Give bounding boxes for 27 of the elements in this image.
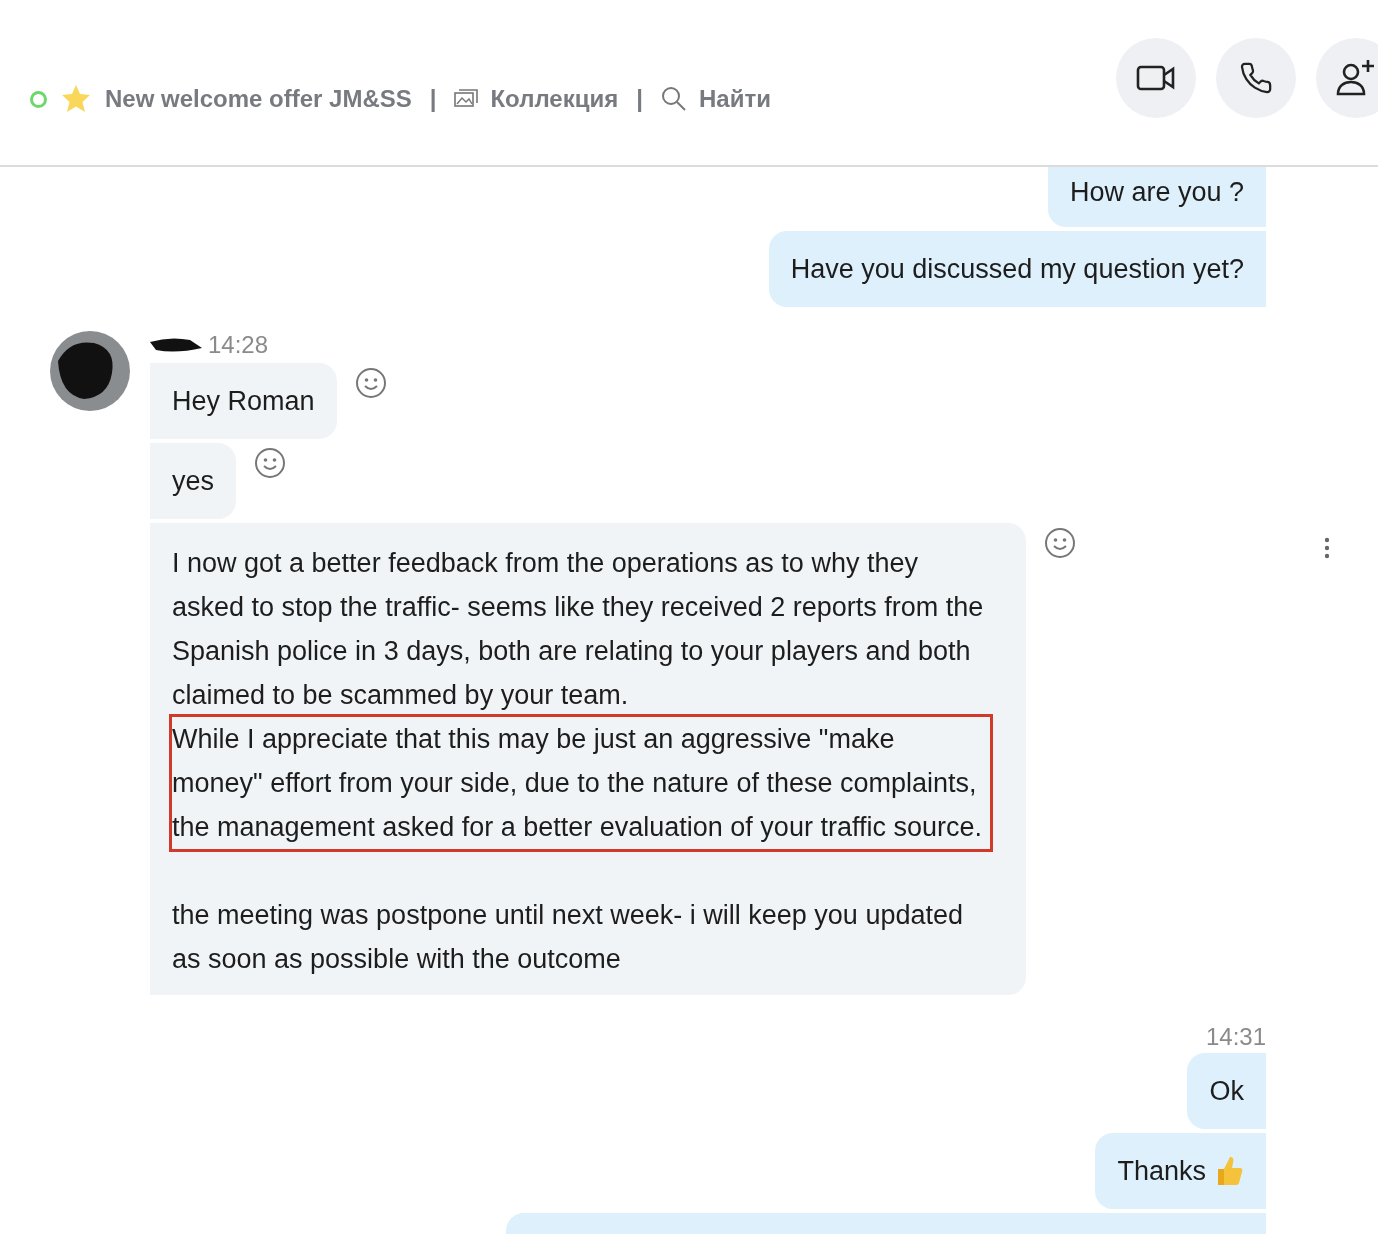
search-icon[interactable] [660,86,687,112]
collection-link[interactable]: Коллекция [490,85,619,113]
smiley-icon[interactable] [354,367,387,399]
chat-title: New welcome offer JM&SS [105,85,412,113]
smiley-icon[interactable] [1044,527,1076,559]
message-text: How are you ? [1069,176,1244,209]
add-person-icon [1335,58,1377,98]
message-text: Ok [1209,1075,1244,1108]
separator: | [636,85,643,113]
message-text: Have you discussed my question yet? [790,253,1244,286]
phone-icon [1239,61,1273,95]
gallery-icon[interactable] [454,89,479,109]
highlighted-paragraph: While I appreciate that this may be just an aggressive "make money" effort from your side, due to the nature of these complaints, the management asked for a better evaluation of your traffic source. [172,717,990,849]
more-options-icon[interactable] [1324,537,1330,559]
add-person-button[interactable] [1316,38,1378,118]
redaction-scribble [150,336,202,354]
message-text: Thanks [1117,1155,1206,1188]
separator: | [429,85,437,113]
message-time: 14:31 [1204,1023,1266,1051]
message-paragraph: the meeting was postpone until next week- i will keep you updated as soon as possible with the outcome [172,899,964,976]
message-text: yes [172,466,215,496]
message-text: Hey Roman [172,386,315,416]
video-camera-icon [1136,64,1176,92]
smiley-icon[interactable] [254,447,287,479]
message-paragraph: I now got a better feedback from the operations as to why they asked to stop the traffic- seems like they received 2 reports from the Spanish police in 3 days, both are relating to your players and both claimed to be scammed by your team. [172,547,985,712]
search-link[interactable]: Найти [698,85,771,113]
message-time: 14:28 [208,331,269,359]
